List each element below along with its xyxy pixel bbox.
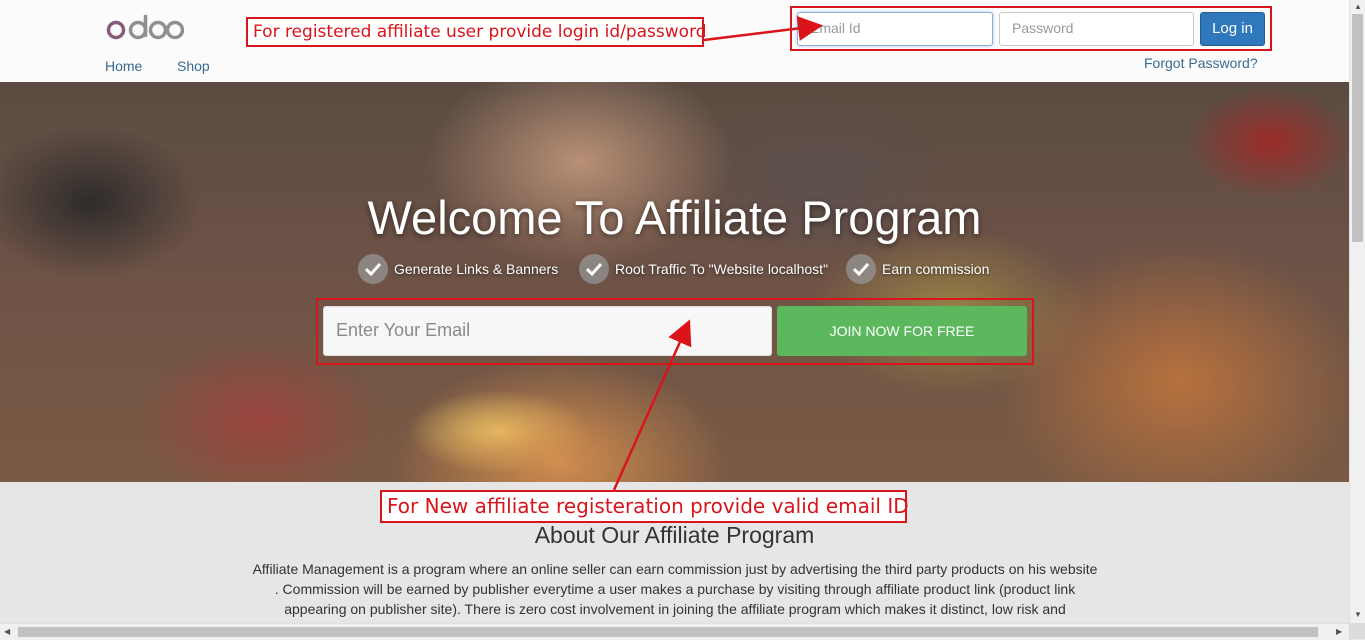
scroll-down-icon[interactable]: ▼ (1354, 610, 1362, 619)
about-title: About Our Affiliate Program (534, 522, 815, 548)
arrow-to-login (703, 16, 823, 42)
horizontal-scroll-thumb[interactable] (18, 627, 1318, 637)
scrollbar-corner (1349, 623, 1365, 639)
vertical-scrollbar[interactable]: ▲ ▼ (1349, 0, 1365, 623)
arrow-to-signup (612, 319, 692, 491)
scroll-up-icon[interactable]: ▲ (1354, 2, 1362, 11)
signup-annotation-label: For New affiliate registeration provide … (380, 490, 909, 523)
horizontal-scrollbar[interactable]: ◀ ▶ (0, 623, 1349, 640)
scroll-right-icon[interactable]: ▶ (1336, 627, 1342, 636)
about-text: Affiliate Management is a program where … (252, 561, 1098, 617)
login-annotation-label: For registered affiliate user provide lo… (246, 17, 707, 47)
scroll-left-icon[interactable]: ◀ (4, 627, 10, 636)
vertical-scroll-thumb[interactable] (1352, 14, 1363, 242)
